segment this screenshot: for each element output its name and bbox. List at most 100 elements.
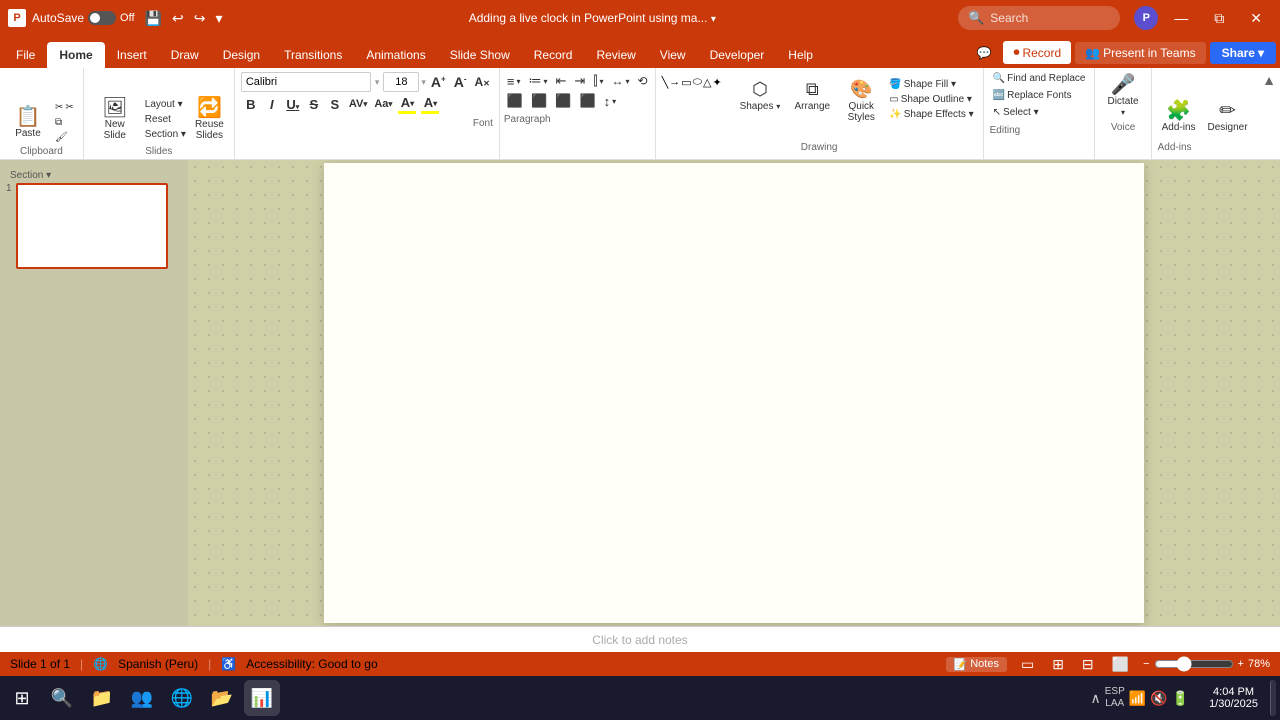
paste-button[interactable]: 📋 Paste <box>6 104 50 142</box>
start-button[interactable]: ⊞ <box>4 680 40 716</box>
select-button[interactable]: ↖ Select ▾ <box>990 106 1089 119</box>
shrink-font-button[interactable]: A- <box>451 73 470 91</box>
grow-font-button[interactable]: A+ <box>428 73 449 91</box>
increase-indent-button[interactable]: ⇥ <box>571 72 588 90</box>
zoom-out-icon[interactable]: − <box>1143 658 1149 670</box>
network-icon[interactable]: 📶 <box>1129 690 1146 707</box>
highlight-button[interactable]: A▾ <box>419 94 441 111</box>
shape-tri-icon[interactable]: △ <box>703 76 711 89</box>
search-input[interactable]: Search <box>990 11 1110 25</box>
taskbar-search-button[interactable]: 🔍 <box>44 680 80 716</box>
font-size-input[interactable] <box>383 72 419 92</box>
slide-item-1[interactable]: 1 <box>6 183 182 269</box>
strikethrough-button[interactable]: S <box>304 96 324 113</box>
align-center-button[interactable]: ⬛ <box>528 92 550 110</box>
char-spacing-button[interactable]: AV▾ <box>346 97 370 111</box>
dictate-button[interactable]: 🎤 Dictate ▾ <box>1103 72 1142 120</box>
find-replace-button[interactable]: 🔍 Find and Replace <box>990 72 1089 85</box>
share-button[interactable]: Share ▾ <box>1210 42 1276 64</box>
text-direction-button[interactable]: ↔▾ <box>609 73 633 89</box>
tray-expand-icon[interactable]: ∧ <box>1090 690 1100 707</box>
taskbar-chrome-button[interactable]: 🌐 <box>164 680 200 716</box>
decrease-indent-button[interactable]: ⇤ <box>553 72 570 90</box>
section-button[interactable]: Section ▾ <box>142 128 189 141</box>
shapes-button[interactable]: ⬡ Shapes ▾ <box>736 76 785 115</box>
tab-record[interactable]: Record <box>522 42 585 68</box>
quick-styles-button[interactable]: 🎨 Quick Styles <box>840 76 882 126</box>
shape-arrow-icon[interactable]: → <box>669 76 680 89</box>
replace-fonts-button[interactable]: 🔤 Replace Fonts <box>990 89 1089 102</box>
text-shadow-button[interactable]: S <box>325 96 345 113</box>
arrange-button[interactable]: ⧉ Arrange <box>788 76 836 115</box>
change-case-button[interactable]: Aa▾ <box>371 97 395 111</box>
font-color-button[interactable]: A▾ <box>396 94 418 111</box>
save-button[interactable]: 💾 <box>141 8 166 29</box>
taskbar-teams-button[interactable]: 👥 <box>124 680 160 716</box>
cut-button[interactable]: ✂ ✂ <box>52 101 77 114</box>
columns-button[interactable]: ⫿▾ <box>590 72 606 90</box>
quick-access-dropdown[interactable]: ▾ <box>211 8 226 29</box>
tab-design[interactable]: Design <box>211 42 272 68</box>
slide-thumbnail-1[interactable] <box>16 183 168 269</box>
shape-outline-button[interactable]: ▭ Shape Outline ▾ <box>886 93 976 106</box>
taskbar-files-button[interactable]: 📁 <box>84 680 120 716</box>
autosave-toggle[interactable] <box>88 11 116 25</box>
bold-button[interactable]: B <box>241 96 261 113</box>
zoom-in-icon[interactable]: + <box>1238 658 1244 670</box>
tab-view[interactable]: View <box>648 42 698 68</box>
user-avatar[interactable]: P <box>1134 6 1158 30</box>
shape-oval-icon[interactable]: ⬭ <box>693 76 702 89</box>
reuse-slides-button[interactable]: 🔁 Reuse Slides <box>191 95 228 144</box>
tab-file[interactable]: File <box>4 42 47 68</box>
taskbar-clock[interactable]: 4:04 PM 1/30/2025 <box>1201 686 1266 710</box>
collapse-ribbon-button[interactable]: ▲ <box>1262 72 1276 88</box>
reading-view-button[interactable]: ⊟ <box>1078 654 1098 675</box>
tab-draw[interactable]: Draw <box>159 42 211 68</box>
numbering-button[interactable]: ≔▾ <box>525 72 550 90</box>
close-button[interactable]: ✕ <box>1240 0 1272 36</box>
tab-animations[interactable]: Animations <box>354 42 437 68</box>
undo-button[interactable]: ↩ <box>168 8 188 29</box>
notes-toggle-button[interactable]: 📝 Notes <box>946 657 1007 672</box>
present-teams-button[interactable]: 👥 Present in Teams <box>1075 42 1205 64</box>
bullets-button[interactable]: ≡▾ <box>504 73 524 90</box>
tab-slideshow[interactable]: Slide Show <box>438 42 522 68</box>
taskbar-explorer-button[interactable]: 📂 <box>204 680 240 716</box>
align-right-button[interactable]: ⬛ <box>552 92 574 110</box>
shape-rect-icon[interactable]: ▭ <box>681 76 691 89</box>
section-label[interactable]: Section ▾ <box>10 170 51 181</box>
restore-button[interactable]: ⧉ <box>1204 0 1234 36</box>
designer-button[interactable]: ✏ Designer <box>1204 98 1252 136</box>
copy-button[interactable]: ⧉ <box>52 116 77 129</box>
justify-button[interactable]: ⬛ <box>576 92 598 110</box>
tab-home[interactable]: Home <box>47 42 104 68</box>
line-spacing-button[interactable]: ↕▾ <box>601 93 620 110</box>
normal-view-button[interactable]: ▭ <box>1017 654 1038 675</box>
font-name-input[interactable] <box>241 72 371 92</box>
minimize-button[interactable]: — <box>1164 0 1198 36</box>
record-button[interactable]: ⏺ Record <box>1003 41 1071 64</box>
slide-canvas[interactable] <box>324 163 1144 623</box>
language-code-icon[interactable]: ESP LAA <box>1105 686 1125 710</box>
slide-sorter-button[interactable]: ⊞ <box>1048 654 1068 675</box>
italic-button[interactable]: I <box>262 96 282 113</box>
battery-icon[interactable]: 🔋 <box>1172 690 1189 707</box>
tab-help[interactable]: Help <box>776 42 825 68</box>
presenter-view-button[interactable]: ⬜ <box>1108 654 1133 675</box>
shape-line-icon[interactable]: ╲ <box>662 76 669 89</box>
convert-smartart-button[interactable]: ⟲ <box>635 73 651 89</box>
align-left-button[interactable]: ⬛ <box>504 92 526 110</box>
tab-insert[interactable]: Insert <box>105 42 159 68</box>
taskbar-powerpoint-button[interactable]: 📊 <box>244 680 280 716</box>
addins-button[interactable]: 🧩 Add-ins <box>1158 98 1200 136</box>
show-desktop-button[interactable] <box>1270 680 1276 716</box>
underline-button[interactable]: U▾ <box>283 96 303 113</box>
zoom-percent[interactable]: 78% <box>1248 658 1270 670</box>
shape-star-icon[interactable]: ✦ <box>712 76 721 89</box>
format-painter-button[interactable]: 🖌 <box>52 131 77 144</box>
tab-developer[interactable]: Developer <box>698 42 777 68</box>
clear-format-button[interactable]: A✕ <box>472 74 493 90</box>
new-slide-button[interactable]: 🖼 New Slide <box>90 95 140 144</box>
layout-button[interactable]: Layout ▾ <box>142 98 186 111</box>
notes-bar[interactable]: Click to add notes <box>0 626 1280 652</box>
